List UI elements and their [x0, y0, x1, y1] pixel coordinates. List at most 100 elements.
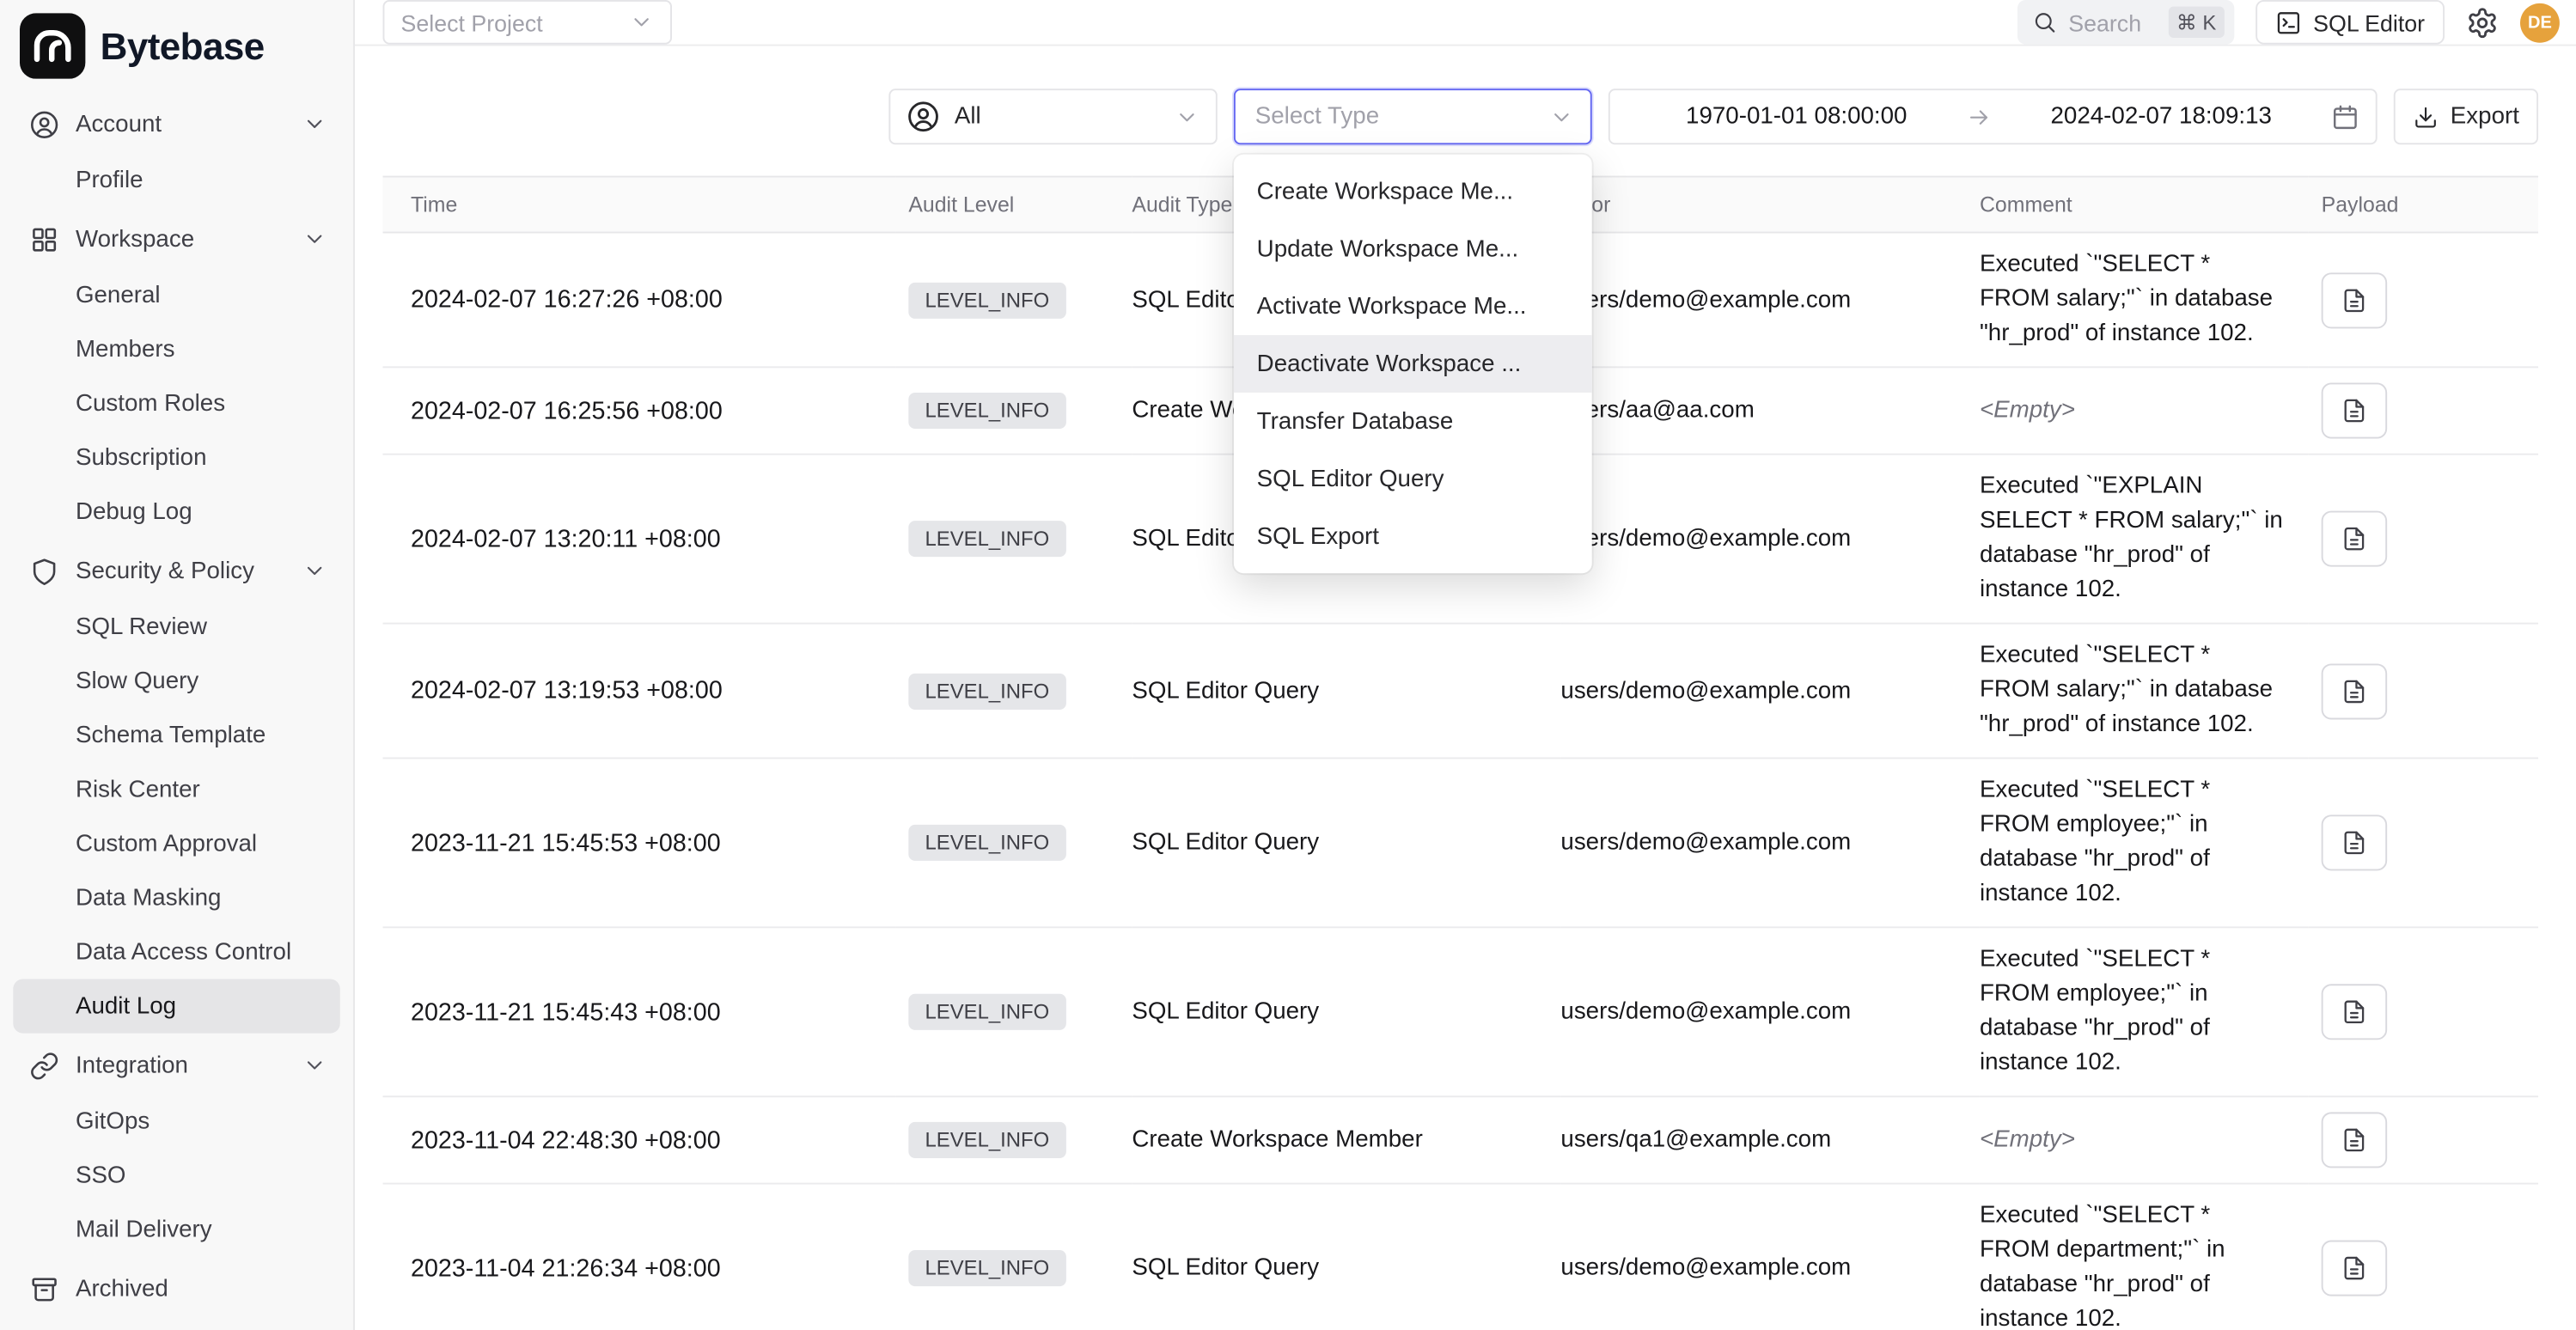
sidebar-item-label: Debug Log: [76, 498, 192, 525]
audit-type: SQL Editor Query: [1132, 927, 1560, 1096]
type-menu-item-deactivate-workspace[interactable]: Deactivate Workspace ...: [1234, 335, 1592, 393]
actor-filter-select[interactable]: All: [888, 88, 1217, 144]
audit-level-cell: LEVEL_INFO: [895, 1096, 1132, 1183]
sidebar-item-security-policy[interactable]: Security & Policy: [13, 542, 339, 600]
chevron-down-icon: [302, 1053, 327, 1078]
sidebar-item-integration[interactable]: Integration: [13, 1036, 339, 1094]
table-row: 2023-11-21 15:45:53 +08:00LEVEL_INFOSQL …: [382, 758, 2538, 927]
brand[interactable]: Bytebase: [13, 7, 339, 92]
project-select-label: Select Project: [401, 9, 543, 36]
sidebar-item-mail-delivery[interactable]: Mail Delivery: [13, 1203, 339, 1257]
column-header-audit-level: Audit Level: [895, 177, 1132, 233]
table-row: 2023-11-21 15:45:43 +08:00LEVEL_INFOSQL …: [382, 927, 2538, 1096]
sidebar-item-gitops[interactable]: GitOps: [13, 1094, 339, 1148]
payload-view-button[interactable]: [2322, 984, 2387, 1040]
sidebar-item-label: Security & Policy: [76, 558, 254, 584]
archive-icon: [29, 1274, 58, 1303]
topbar: Select Project Search ⌘ K SQL Editor DE: [355, 0, 2576, 46]
audit-actor: users/demo@example.com: [1560, 758, 1980, 927]
type-menu-item-create-workspace-me[interactable]: Create Workspace Me...: [1234, 162, 1592, 220]
audit-level-badge: LEVEL_INFO: [908, 673, 1065, 709]
sidebar-item-label: Mail Delivery: [76, 1217, 212, 1243]
sidebar-item-subscription[interactable]: Subscription: [13, 430, 339, 485]
file-icon: [2341, 398, 2368, 424]
type-menu-item-sql-editor-query[interactable]: SQL Editor Query: [1234, 450, 1592, 508]
grid-icon: [29, 224, 58, 253]
search-icon: [2032, 9, 2057, 34]
sidebar-item-general[interactable]: General: [13, 268, 339, 322]
payload-view-button[interactable]: [2322, 1112, 2387, 1168]
audit-actor: users/demo@example.com: [1560, 455, 1980, 624]
sidebar-item-custom-roles[interactable]: Custom Roles: [13, 376, 339, 430]
payload-view-button[interactable]: [2322, 271, 2387, 327]
payload-view-button[interactable]: [2322, 382, 2387, 438]
type-menu-item-sql-export[interactable]: SQL Export: [1234, 508, 1592, 565]
date-from: 1970-01-01 08:00:00: [1633, 103, 1960, 130]
payload-view-button[interactable]: [2322, 1241, 2387, 1296]
type-menu-item-update-workspace-me[interactable]: Update Workspace Me...: [1234, 220, 1592, 278]
date-range-picker[interactable]: 1970-01-01 08:00:00 2024-02-07 18:09:13: [1608, 88, 2378, 144]
sidebar-item-debug-log[interactable]: Debug Log: [13, 485, 339, 539]
search-placeholder: Search: [2068, 9, 2141, 36]
actor-filter-value: All: [955, 103, 981, 130]
filter-bar: All Select Type Create Workspace Me...Up…: [355, 46, 2576, 145]
payload-cell: [2308, 367, 2538, 454]
chevron-down-icon: [302, 112, 327, 137]
audit-comment: Executed `"SELECT * FROM employee;"` in …: [1980, 927, 2308, 1096]
user-circle-icon: [906, 101, 939, 133]
type-filter-select[interactable]: Select Type Create Workspace Me...Update…: [1234, 88, 1592, 144]
payload-view-button[interactable]: [2322, 662, 2387, 718]
chevron-down-icon: [1175, 104, 1199, 129]
type-filter-placeholder: Select Type: [1255, 103, 1379, 130]
chevron-down-icon: [302, 558, 327, 583]
settings-gear-icon[interactable]: [2466, 6, 2499, 39]
brand-name: Bytebase: [101, 24, 265, 69]
type-menu-item-transfer-database[interactable]: Transfer Database: [1234, 393, 1592, 450]
sidebar-item-schema-template[interactable]: Schema Template: [13, 708, 339, 762]
audit-actor: users/demo@example.com: [1560, 1184, 1980, 1330]
audit-time: 2024-02-07 13:19:53 +08:00: [382, 624, 895, 759]
table-row: 2023-11-04 21:26:34 +08:00LEVEL_INFOSQL …: [382, 1184, 2538, 1330]
sidebar-item-data-masking[interactable]: Data Masking: [13, 870, 339, 924]
sidebar-item-data-access-control[interactable]: Data Access Control: [13, 924, 339, 979]
sidebar-item-archived[interactable]: Archived: [13, 1260, 339, 1318]
sidebar-item-account[interactable]: Account: [13, 95, 339, 153]
topbar-right: Search ⌘ K SQL Editor DE: [2017, 0, 2560, 45]
sidebar-item-workspace[interactable]: Workspace: [13, 210, 339, 268]
audit-level-badge: LEVEL_INFO: [908, 1250, 1065, 1286]
payload-view-button[interactable]: [2322, 814, 2387, 870]
audit-actor: users/demo@example.com: [1560, 624, 1980, 759]
sidebar-item-label: Data Masking: [76, 885, 222, 912]
payload-view-button[interactable]: [2322, 511, 2387, 567]
sidebar-item-label: Risk Center: [76, 776, 200, 802]
user-avatar[interactable]: DE: [2520, 3, 2560, 42]
audit-level-cell: LEVEL_INFO: [895, 455, 1132, 624]
export-button[interactable]: Export: [2394, 88, 2538, 144]
audit-level-cell: LEVEL_INFO: [895, 758, 1132, 927]
sidebar-item-label: Custom Roles: [76, 390, 225, 417]
sidebar-item-audit-log[interactable]: Audit Log: [13, 979, 339, 1034]
date-to: 2024-02-07 18:09:13: [1998, 103, 2324, 130]
sql-editor-button[interactable]: SQL Editor: [2256, 0, 2445, 45]
sidebar-item-label: Archived: [76, 1276, 168, 1303]
sidebar-item-profile[interactable]: Profile: [13, 153, 339, 207]
sidebar-item-custom-approval[interactable]: Custom Approval: [13, 816, 339, 870]
payload-cell: [2308, 927, 2538, 1096]
sidebar-item-members[interactable]: Members: [13, 322, 339, 376]
audit-level-cell: LEVEL_INFO: [895, 233, 1132, 368]
sidebar-item-label: Members: [76, 336, 175, 363]
sidebar-item-slow-query[interactable]: Slow Query: [13, 654, 339, 708]
sidebar-item-risk-center[interactable]: Risk Center: [13, 762, 339, 816]
chevron-down-icon: [629, 9, 654, 34]
search-input[interactable]: Search ⌘ K: [2017, 0, 2234, 45]
audit-level-badge: LEVEL_INFO: [908, 994, 1065, 1030]
audit-comment: <Empty>: [1980, 1096, 2308, 1183]
sidebar-item-sql-review[interactable]: SQL Review: [13, 600, 339, 654]
audit-level-cell: LEVEL_INFO: [895, 367, 1132, 454]
project-select[interactable]: Select Project: [382, 0, 672, 45]
sidebar-item-sso[interactable]: SSO: [13, 1148, 339, 1202]
payload-cell: [2308, 758, 2538, 927]
type-menu-item-activate-workspace-me[interactable]: Activate Workspace Me...: [1234, 278, 1592, 335]
sidebar-item-label: SSO: [76, 1162, 126, 1189]
file-icon: [2341, 287, 2368, 314]
